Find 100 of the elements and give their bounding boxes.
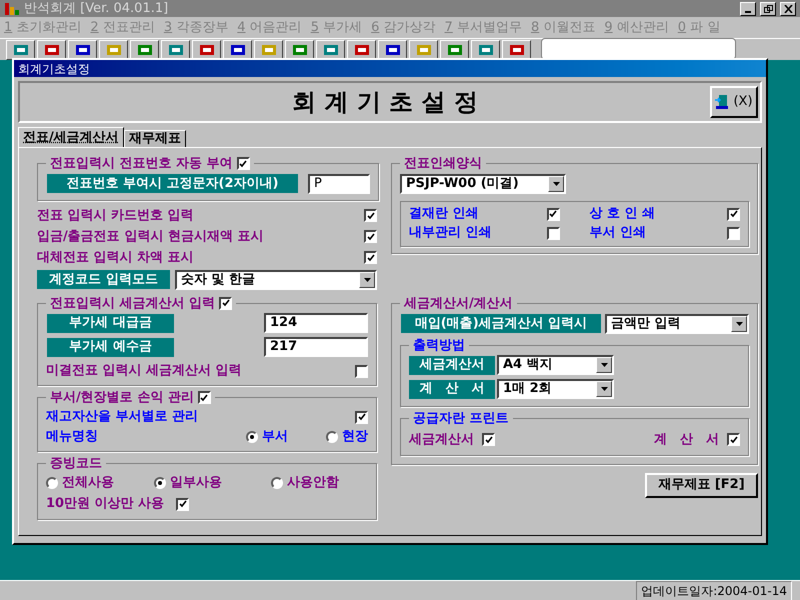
checkbox[interactable]	[364, 209, 377, 222]
toolbar-button[interactable]	[440, 40, 469, 60]
account-code-mode-label: 계정코드 입력모드	[37, 270, 170, 289]
app-logo-icon	[4, 2, 20, 16]
toolbar-button[interactable]	[6, 40, 35, 60]
radio-button[interactable]	[46, 477, 58, 489]
restore-icon[interactable]	[760, 2, 776, 16]
option-label: 대체전표 입력시 차액 표시	[37, 248, 195, 267]
option-label: 메뉴명칭	[46, 428, 99, 446]
output-dropdown[interactable]: 1매 2회	[497, 379, 614, 399]
group-title: 공급자란 프린트	[413, 410, 509, 428]
group-title: 증빙코드	[50, 454, 102, 472]
toolbar-button[interactable]	[68, 40, 97, 60]
tab[interactable]: 전표/세금계산서	[18, 127, 124, 147]
dialog-heading: 회 계 기 초 설 정	[291, 87, 479, 118]
account-code-mode-dropdown[interactable]: 숫자 및 한글	[175, 270, 377, 290]
toolbar-button[interactable]	[502, 40, 531, 60]
radio-label: 현장	[342, 428, 368, 446]
print-format-dropdown[interactable]: PSJP-W00 (미결)	[400, 174, 566, 194]
checkbox[interactable]	[546, 226, 560, 240]
checkbox[interactable]	[176, 498, 190, 510]
close-icon[interactable]	[780, 2, 796, 16]
radio-label: 일부사용	[170, 474, 222, 492]
checkbox[interactable]	[355, 364, 368, 378]
checkbox[interactable]	[546, 208, 560, 220]
radio-label: 전체사용	[62, 474, 114, 492]
option-label: 입금/출금전표 입력시 현금시재액 표시	[37, 228, 264, 246]
check-icon	[358, 413, 366, 421]
exit-button[interactable]: (X)	[710, 86, 758, 118]
toolbar-button[interactable]	[285, 40, 314, 60]
toolbar-icon	[290, 43, 308, 57]
toolbar-icon	[42, 43, 60, 57]
option-label: 미결전표 입력시 세금계산서 입력	[46, 362, 243, 380]
tab[interactable]: 재무제표	[124, 130, 186, 147]
toolbar-icon	[74, 43, 92, 57]
toolbar-icon	[198, 43, 216, 57]
checkbox[interactable]	[236, 157, 250, 170]
toolbar-icon	[136, 43, 154, 57]
toolbar-button[interactable]	[347, 40, 376, 60]
check-icon	[730, 436, 738, 444]
group-title: 전표입력시 전표번호 자동 부여	[50, 155, 233, 173]
check-icon	[366, 232, 374, 240]
radio-button[interactable]	[154, 477, 166, 489]
toolbar-button[interactable]	[161, 40, 190, 60]
toolbar-icon	[322, 43, 340, 57]
output-label: 세금계산서	[409, 356, 495, 374]
toolbar-button[interactable]	[192, 40, 221, 60]
toolbar-button[interactable]	[130, 40, 159, 60]
check-icon	[484, 436, 492, 444]
vat-account-label: 부가세 대급금	[47, 314, 174, 332]
toolbar-icon	[104, 43, 122, 57]
option-label: 세금계산서	[409, 430, 474, 449]
toolbar-button[interactable]	[471, 40, 500, 60]
input-mode-dropdown[interactable]: 금액만 입력	[605, 314, 749, 334]
dialog-title: 회계기초설정	[18, 60, 90, 78]
option-label: 결재란 인쇄	[409, 205, 480, 224]
vat-account-input[interactable]: 124	[264, 313, 368, 333]
output-label: 계 산 서	[409, 380, 495, 398]
output-dropdown[interactable]: A4 백지	[497, 355, 614, 375]
radio-label: 사용안함	[287, 474, 339, 492]
checkbox[interactable]	[727, 226, 740, 240]
toolbar-icon	[166, 43, 184, 57]
toolbar-icon	[228, 43, 246, 57]
option-label: 계 산 서	[654, 430, 719, 449]
checkbox[interactable]	[355, 410, 368, 424]
checkbox[interactable]	[727, 208, 740, 220]
group-title: 전표인쇄양식	[404, 155, 482, 173]
option-label: 10만원 이상만 사용	[46, 495, 164, 514]
check-icon	[366, 254, 374, 262]
radio-button[interactable]	[326, 430, 338, 442]
group-title: 전표입력시 세금계산서 입력	[50, 294, 216, 312]
check-icon	[200, 394, 208, 402]
checkbox[interactable]	[198, 391, 211, 404]
toolbar-button[interactable]	[37, 40, 66, 60]
check-icon	[730, 210, 738, 218]
checkbox[interactable]	[364, 230, 377, 243]
toolbar-icon	[476, 43, 494, 57]
toolbar-icon	[352, 43, 370, 57]
toolbar-button[interactable]	[254, 40, 283, 60]
minimize-icon[interactable]	[740, 2, 756, 16]
vat-account-input[interactable]: 217	[264, 337, 368, 357]
toolbar-button[interactable]	[223, 40, 252, 60]
financial-statements-button[interactable]: 재무제표 [F2]	[645, 472, 758, 498]
checkbox[interactable]	[727, 433, 740, 446]
checkbox[interactable]	[219, 296, 232, 310]
fixed-char-input[interactable]: P	[308, 174, 370, 194]
fixed-char-label: 전표번호 부여시 고정문자(2자이내)	[47, 174, 298, 193]
check-icon	[239, 160, 248, 168]
toolbar-button[interactable]	[409, 40, 438, 60]
option-label: 재고자산을 부서별로 관리	[46, 408, 200, 426]
checkbox[interactable]	[364, 251, 377, 264]
toolbar-button[interactable]	[378, 40, 407, 60]
toolbar-button[interactable]	[99, 40, 128, 60]
vat-account-label: 부가세 예수금	[47, 338, 174, 356]
toolbar-button[interactable]	[316, 40, 345, 60]
radio-button[interactable]	[246, 430, 258, 442]
checkbox[interactable]	[482, 433, 495, 446]
radio-button[interactable]	[271, 477, 283, 489]
group-title: 부서/현장별로 손익 관리	[50, 389, 194, 407]
check-icon	[222, 299, 230, 308]
